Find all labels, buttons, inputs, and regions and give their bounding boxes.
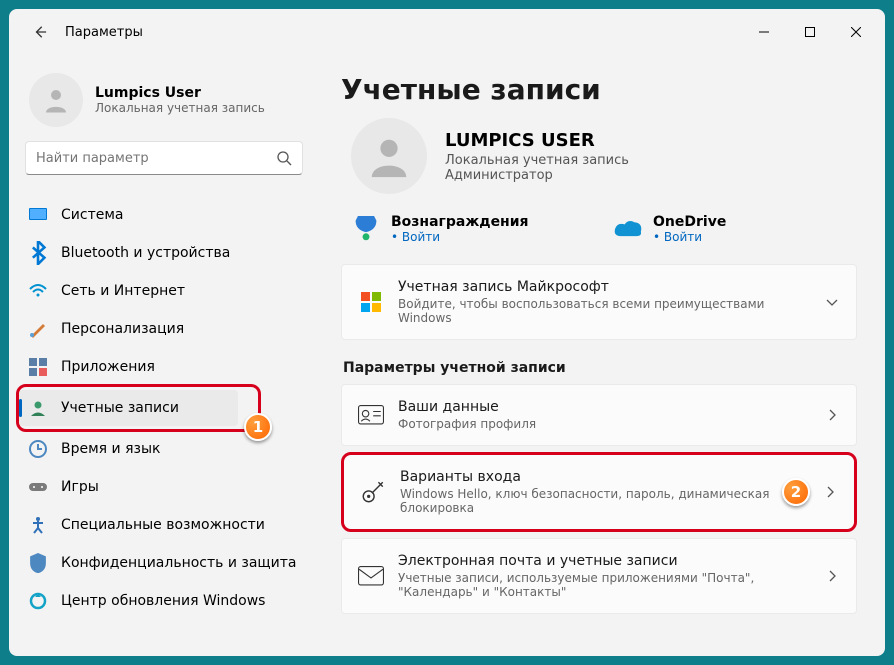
card-your-info[interactable]: Ваши данные Фотография профиля (341, 384, 857, 446)
sidebar: Lumpics User Локальная учетная запись Си… (9, 55, 319, 656)
nav: Система Bluetooth и устройства Сеть и Ин… (19, 197, 309, 619)
shield-icon (29, 554, 47, 572)
accessibility-icon (29, 516, 47, 534)
card-title: Учетная запись Майкрософт (398, 279, 810, 295)
wifi-icon (29, 282, 47, 300)
nav-label: Bluetooth и устройства (61, 245, 230, 261)
rewards-icon (351, 214, 381, 244)
nav-label: Учетные записи (61, 400, 179, 416)
system-icon (29, 206, 47, 224)
nav-apps[interactable]: Приложения (19, 349, 309, 385)
back-arrow-icon (33, 25, 47, 39)
nav-accounts[interactable]: Учетные записи (19, 390, 238, 426)
chevron-right-icon (824, 568, 840, 584)
person-icon (366, 133, 412, 179)
nav-label: Центр обновления Windows (61, 593, 265, 609)
annotation-1: Учетные записи 1 (16, 384, 261, 432)
nav-windows-update[interactable]: Центр обновления Windows (19, 583, 309, 619)
search-box[interactable] (25, 141, 303, 175)
apps-icon (29, 358, 47, 376)
nav-accessibility[interactable]: Специальные возможности (19, 507, 309, 543)
gamepad-icon (29, 478, 47, 496)
card-sub: Фотография профиля (398, 417, 810, 431)
nav-label: Время и язык (61, 441, 160, 457)
avatar-large (351, 118, 427, 194)
search-icon (276, 150, 292, 166)
nav-gaming[interactable]: Игры (19, 469, 309, 505)
close-icon (851, 27, 861, 37)
main-content: Учетные записи LUMPICS USER Локальная уч… (319, 55, 885, 656)
nav-label: Сеть и Интернет (61, 283, 185, 299)
card-sub: Windows Hello, ключ безопасности, пароль… (400, 487, 808, 515)
card-microsoft-account[interactable]: Учетная запись Майкрософт Войдите, чтобы… (341, 264, 857, 340)
card-sub: Войдите, чтобы воспользоваться всеми пре… (398, 297, 810, 325)
brush-icon (29, 320, 47, 338)
tile-title: OneDrive (653, 214, 726, 230)
account-name: LUMPICS USER (445, 130, 629, 151)
card-title: Варианты входа (400, 469, 808, 485)
nav-label: Система (61, 207, 123, 223)
tile-rewards[interactable]: Вознаграждения Войти (351, 214, 585, 244)
back-button[interactable] (25, 17, 55, 47)
minimize-icon (759, 27, 769, 37)
chevron-right-icon (824, 407, 840, 423)
account-header: LUMPICS USER Локальная учетная запись Ад… (341, 118, 857, 194)
search-input[interactable] (36, 151, 276, 166)
window-body: Lumpics User Локальная учетная запись Си… (9, 55, 885, 656)
quick-tiles: Вознаграждения Войти OneDrive Войти (341, 208, 857, 250)
chevron-down-icon (824, 294, 840, 310)
bluetooth-icon (29, 244, 47, 262)
nav-label: Игры (61, 479, 99, 495)
app-title: Параметры (65, 25, 143, 40)
nav-privacy[interactable]: Конфиденциальность и защита (19, 545, 309, 581)
profile-name: Lumpics User (95, 85, 265, 101)
window-controls (741, 9, 879, 55)
chevron-right-icon (822, 484, 838, 500)
nav-time-language[interactable]: Время и язык (19, 431, 309, 467)
settings-window: Параметры Lumpics User Локальная учетная… (9, 9, 885, 656)
card-sub: Учетные записи, используемые приложениям… (398, 571, 810, 599)
titlebar: Параметры (9, 9, 885, 55)
nav-label: Конфиденциальность и защита (61, 555, 296, 571)
nav-network[interactable]: Сеть и Интернет (19, 273, 309, 309)
accounts-icon (29, 399, 47, 417)
tile-onedrive[interactable]: OneDrive Войти (613, 214, 847, 244)
annotation-2: Варианты входа Windows Hello, ключ безоп… (341, 452, 857, 532)
card-email-accounts[interactable]: Электронная почта и учетные записи Учетн… (341, 538, 857, 614)
tile-action[interactable]: Войти (391, 230, 529, 244)
annotation-badge-2: 2 (782, 478, 810, 506)
person-icon (41, 85, 71, 115)
clock-globe-icon (29, 440, 47, 458)
mail-icon (358, 566, 384, 586)
nav-system[interactable]: Система (19, 197, 309, 233)
account-subtitle: Локальная учетная запись (445, 153, 629, 168)
profile-block[interactable]: Lumpics User Локальная учетная запись (19, 55, 309, 141)
tile-action[interactable]: Войти (653, 230, 726, 244)
key-icon (360, 479, 386, 505)
nav-personalization[interactable]: Персонализация (19, 311, 309, 347)
close-button[interactable] (833, 9, 879, 55)
nav-label: Приложения (61, 359, 155, 375)
onedrive-icon (613, 214, 643, 244)
nav-label: Персонализация (61, 321, 184, 337)
microsoft-logo-icon (358, 292, 384, 312)
avatar-small (29, 73, 83, 127)
profile-subtitle: Локальная учетная запись (95, 101, 265, 115)
card-title: Ваши данные (398, 399, 810, 415)
maximize-icon (805, 27, 815, 37)
tile-title: Вознаграждения (391, 214, 529, 230)
id-card-icon (358, 405, 384, 425)
section-label: Параметры учетной записи (343, 360, 855, 376)
minimize-button[interactable] (741, 9, 787, 55)
card-title: Электронная почта и учетные записи (398, 553, 810, 569)
nav-bluetooth[interactable]: Bluetooth и устройства (19, 235, 309, 271)
nav-label: Специальные возможности (61, 517, 265, 533)
maximize-button[interactable] (787, 9, 833, 55)
update-icon (29, 592, 47, 610)
card-sign-in-options[interactable]: Варианты входа Windows Hello, ключ безоп… (344, 455, 854, 529)
page-title: Учетные записи (341, 73, 857, 106)
account-role: Администратор (445, 168, 629, 183)
